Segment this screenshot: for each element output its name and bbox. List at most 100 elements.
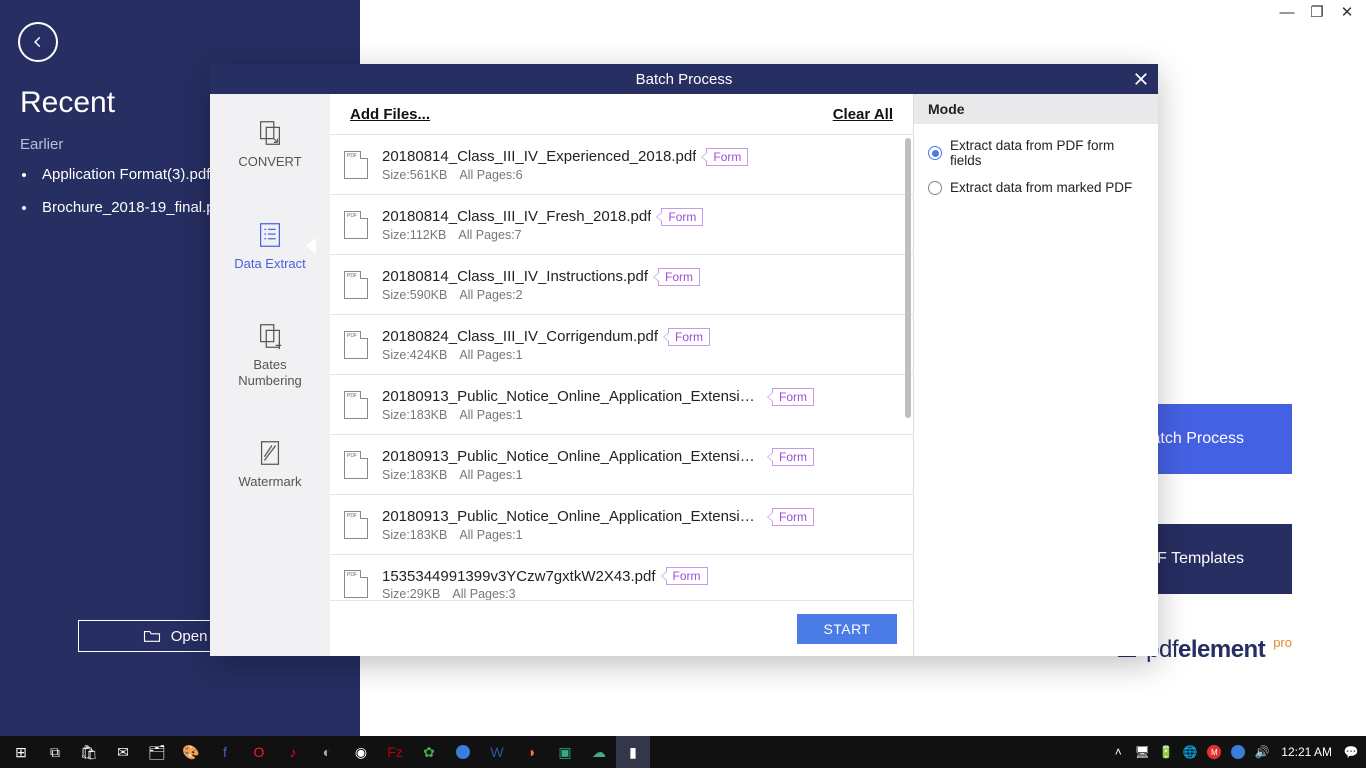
file-list: 20180814_Class_III_IV_Experienced_2018.p… xyxy=(330,134,913,600)
pdf-file-icon xyxy=(344,271,368,299)
taskbar-app-box[interactable]: ▣ xyxy=(548,736,582,768)
form-badge: Form xyxy=(666,567,708,585)
taskbar-paint[interactable]: 🎨 xyxy=(174,736,208,768)
taskbar-explorer[interactable]: 🗂 xyxy=(140,736,174,768)
file-row[interactable]: 20180814_Class_III_IV_Experienced_2018.p… xyxy=(330,134,913,194)
file-name: 20180913_Public_Notice_Online_Applicatio… xyxy=(382,508,762,525)
taskbar-steam[interactable]: ◐ xyxy=(310,736,344,768)
taskbar-filezilla[interactable]: Fz xyxy=(378,736,412,768)
convert-icon xyxy=(255,118,285,148)
recent-item[interactable]: Application Format(3).pdf xyxy=(22,166,227,183)
form-badge: Form xyxy=(772,448,814,466)
nav-convert[interactable]: CONVERT xyxy=(238,118,301,170)
pdf-file-icon xyxy=(344,211,368,239)
scrollbar-thumb[interactable] xyxy=(905,138,911,418)
radio-icon xyxy=(928,146,942,160)
form-badge: Form xyxy=(668,328,710,346)
taskbar-app-red[interactable]: ♪ xyxy=(276,736,310,768)
file-pages: All Pages:1 xyxy=(459,468,522,482)
file-row[interactable]: 1535344991399v3YCzw7gxtkW2X43.pdf Form S… xyxy=(330,554,913,600)
form-badge: Form xyxy=(706,148,748,166)
file-pages: All Pages:1 xyxy=(459,408,522,422)
start-menu[interactable]: ⊞ xyxy=(4,736,38,768)
file-size: Size:183KB xyxy=(382,468,447,482)
mode-option-marked-pdf[interactable]: Extract data from marked PDF xyxy=(928,180,1144,195)
dialog-titlebar: Batch Process xyxy=(210,64,1158,94)
file-name: 20180824_Class_III_IV_Corrigendum.pdf xyxy=(382,328,658,345)
folder-icon xyxy=(143,629,161,643)
file-row[interactable]: 20180913_Public_Notice_Online_Applicatio… xyxy=(330,494,913,554)
taskbar-clock[interactable]: 12:21 AM xyxy=(1275,745,1338,759)
tray-gmail-icon[interactable]: M xyxy=(1203,736,1225,768)
form-badge: Form xyxy=(658,268,700,286)
task-view[interactable]: ⧉ xyxy=(38,736,72,768)
add-files-link[interactable]: Add Files... xyxy=(350,106,430,123)
pdf-file-icon xyxy=(344,511,368,539)
taskbar-clover[interactable]: ✿ xyxy=(412,736,446,768)
file-row[interactable]: 20180814_Class_III_IV_Instructions.pdf F… xyxy=(330,254,913,314)
tray-monitor-icon[interactable]: 🖥 xyxy=(1131,736,1153,768)
file-name: 1535344991399v3YCzw7gxtkW2X43.pdf xyxy=(382,568,656,585)
earlier-label: Earlier xyxy=(20,136,63,153)
pdf-file-icon xyxy=(344,151,368,179)
radio-icon xyxy=(928,181,942,195)
nav-watermark[interactable]: Watermark xyxy=(238,438,301,490)
nav-bates-numbering[interactable]: Bates Numbering xyxy=(238,321,302,388)
chevron-left-icon xyxy=(31,35,45,49)
dialog-title: Batch Process xyxy=(636,71,733,88)
watermark-icon xyxy=(255,438,285,468)
batch-process-dialog: Batch Process CONVERT Data Extract Bates… xyxy=(210,64,1158,656)
pdf-file-icon xyxy=(344,570,368,598)
file-size: Size:424KB xyxy=(382,348,447,362)
pdf-file-icon xyxy=(344,391,368,419)
file-size: Size:29KB xyxy=(382,587,440,600)
window-minimize[interactable]: — xyxy=(1274,2,1300,22)
taskbar-mail[interactable]: ✉ xyxy=(106,736,140,768)
taskbar-pdfelement[interactable]: ▮ xyxy=(616,736,650,768)
recent-heading: Recent xyxy=(20,86,115,120)
file-size: Size:112KB xyxy=(382,228,446,242)
form-badge: Form xyxy=(661,208,703,226)
window-close[interactable]: ✕ xyxy=(1334,2,1360,22)
window-maximize[interactable]: ❐ xyxy=(1304,2,1330,22)
recent-item[interactable]: Brochure_2018-19_final.pdf xyxy=(22,199,227,216)
file-row[interactable]: 20180814_Class_III_IV_Fresh_2018.pdf For… xyxy=(330,194,913,254)
taskbar-firefox[interactable]: ◑ xyxy=(514,736,548,768)
mode-heading: Mode xyxy=(914,94,1158,124)
tray-battery-icon[interactable]: 🔋 xyxy=(1155,736,1177,768)
mode-option-form-fields[interactable]: Extract data from PDF form fields xyxy=(928,138,1144,168)
tray-volume-icon[interactable]: 🔊 xyxy=(1251,736,1273,768)
file-row[interactable]: 20180824_Class_III_IV_Corrigendum.pdf Fo… xyxy=(330,314,913,374)
file-name: 20180814_Class_III_IV_Fresh_2018.pdf xyxy=(382,208,651,225)
file-pages: All Pages:6 xyxy=(459,168,522,182)
start-button[interactable]: START xyxy=(797,614,897,644)
taskbar-facebook[interactable]: f xyxy=(208,736,242,768)
dialog-close-button[interactable] xyxy=(1130,68,1152,90)
nav-data-extract[interactable]: Data Extract xyxy=(234,220,306,272)
taskbar-store[interactable]: 🛍 xyxy=(72,736,106,768)
file-row[interactable]: 20180913_Public_Notice_Online_Applicatio… xyxy=(330,374,913,434)
close-icon xyxy=(1134,72,1148,86)
taskbar-qbit[interactable] xyxy=(446,736,480,768)
file-pages: All Pages:7 xyxy=(458,228,521,242)
tray-network-icon[interactable]: 🌐 xyxy=(1179,736,1201,768)
tray-expand[interactable]: ˄ xyxy=(1107,736,1129,768)
pdf-file-icon xyxy=(344,451,368,479)
clear-all-link[interactable]: Clear All xyxy=(833,106,893,123)
mode-panel: Mode Extract data from PDF form fields E… xyxy=(914,94,1158,656)
file-area: Add Files... Clear All 20180814_Class_II… xyxy=(330,94,914,656)
tray-qb-icon[interactable] xyxy=(1227,736,1249,768)
taskbar-word[interactable]: W xyxy=(480,736,514,768)
file-size: Size:183KB xyxy=(382,528,447,542)
form-badge: Form xyxy=(772,388,814,406)
taskbar-app-cloud[interactable]: ☁ xyxy=(582,736,616,768)
file-name: 20180913_Public_Notice_Online_Applicatio… xyxy=(382,388,762,405)
pdf-file-icon xyxy=(344,331,368,359)
file-row[interactable]: 20180913_Public_Notice_Online_Applicatio… xyxy=(330,434,913,494)
bates-icon xyxy=(255,321,285,351)
taskbar-opera[interactable]: O xyxy=(242,736,276,768)
back-button[interactable] xyxy=(18,22,58,62)
taskbar-chrome[interactable]: ◉ xyxy=(344,736,378,768)
file-name: 20180814_Class_III_IV_Instructions.pdf xyxy=(382,268,648,285)
tray-notifications-icon[interactable]: 💬 xyxy=(1340,736,1362,768)
